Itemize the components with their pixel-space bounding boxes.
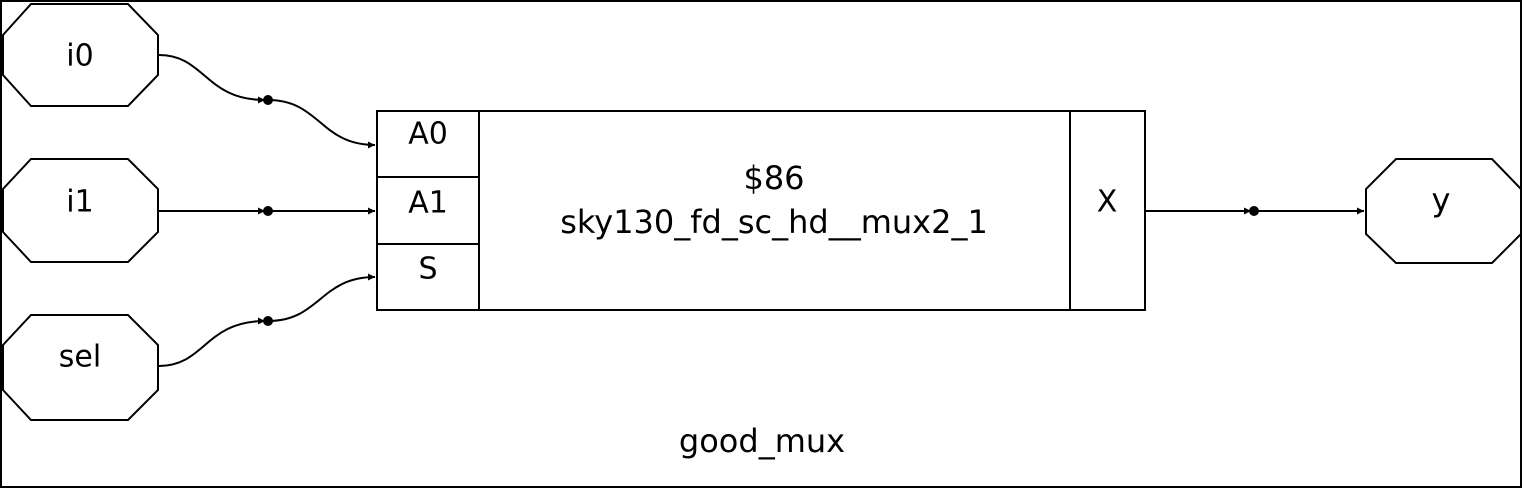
input-port-i0[interactable]: i0 [1,3,159,107]
cell-port-A1: A1 [408,186,448,221]
input-port-sel[interactable]: sel [2,314,159,421]
cell-port-A0: A0 [408,117,448,152]
cell-port-S: S [418,252,437,287]
wire-i0-to-junction [158,54,266,104]
cell-port-X: X [1097,185,1118,220]
module-name-label: good_mux [679,422,845,460]
wire-junction-to-A0 [267,99,376,149]
mux-cell[interactable]: A0 A1 S $86 sky130_fd_sc_hd__mux2_1 X [376,110,1146,311]
cell-type-name: sky130_fd_sc_hd__mux2_1 [560,203,988,241]
input-port-i1[interactable]: i1 [2,158,159,263]
port-label-y: y [1432,181,1451,219]
port-label-sel: sel [59,340,101,375]
schematic-svg: i0 i1 sel y A0 A1 S $86 sky130_fd_sc_hd_… [0,0,1522,488]
port-label-i1: i1 [66,185,93,220]
wire-sel-to-junction [158,317,266,367]
output-port-y[interactable]: y [1365,158,1522,264]
cell-instance-name: $86 [743,159,804,197]
schematic-diagram: i0 i1 sel y A0 A1 S $86 sky130_fd_sc_hd_… [0,0,1522,488]
wire-junction-to-S [267,273,376,322]
port-label-i0: i0 [66,39,93,74]
